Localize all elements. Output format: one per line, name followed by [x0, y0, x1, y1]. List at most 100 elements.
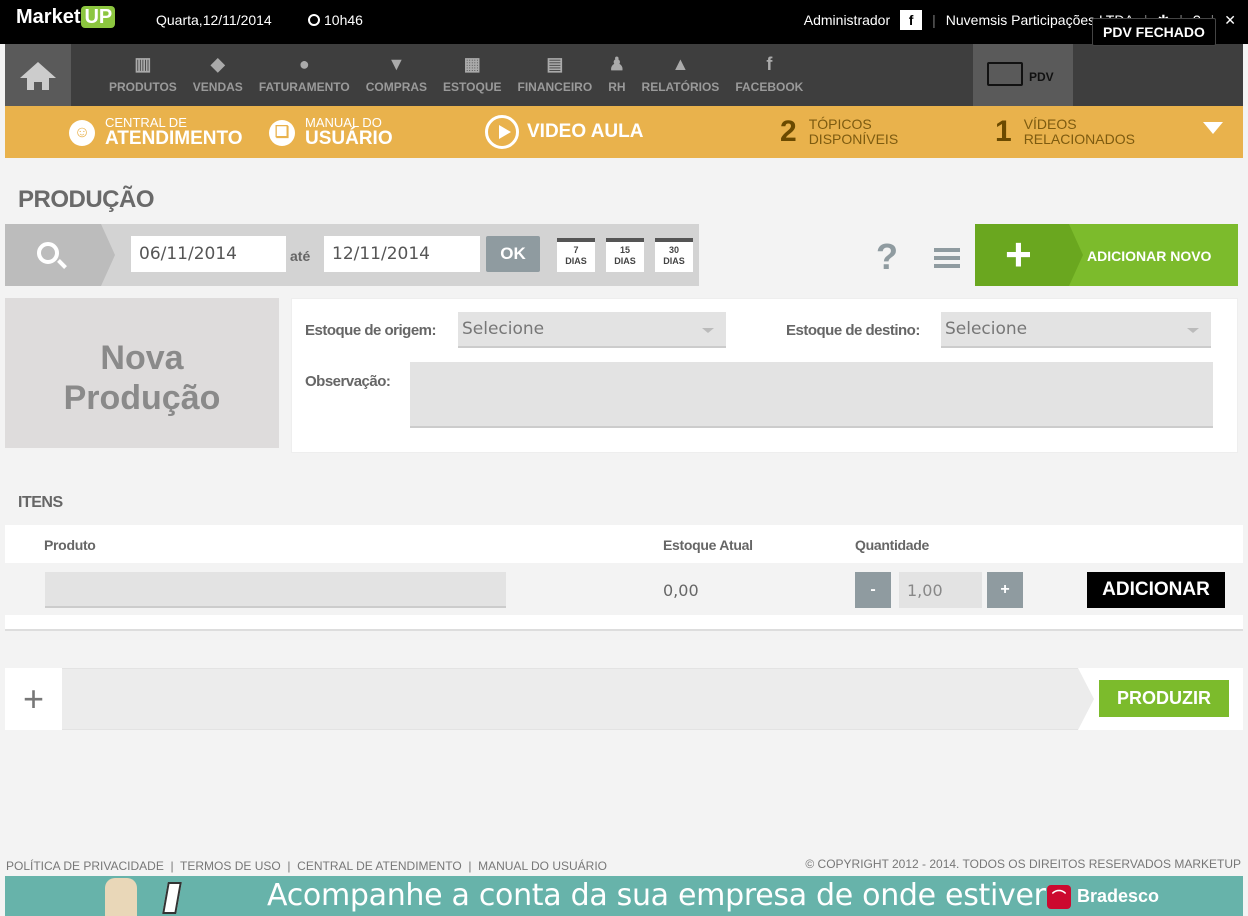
book-icon: ❏ — [269, 119, 295, 146]
videos-line1: VÍDEOS — [1023, 116, 1077, 132]
preset-30-days-button[interactable]: 30 DIAS — [655, 238, 693, 272]
preset-unit: DIAS — [614, 256, 636, 266]
tag-icon: ◆ — [210, 54, 225, 74]
copyright: © COPYRIGHT 2012 - 2014. TODOS OS DIREIT… — [805, 857, 1241, 871]
close-icon[interactable]: ✕ — [1224, 12, 1236, 29]
nav-item-produtos[interactable]: ▥ PRODUTOS — [101, 44, 185, 106]
add-new-button[interactable]: + ADICIONAR NOVO — [975, 224, 1238, 286]
pdv-status-badge[interactable]: PDV FECHADO — [1092, 18, 1216, 46]
stock-value: 0,00 — [663, 581, 699, 600]
add-new-label: ADICIONAR NOVO — [1087, 248, 1212, 264]
user-name[interactable]: Administrador — [804, 12, 890, 28]
video-aula-link[interactable]: VIDEO AULA — [485, 115, 643, 149]
add-row-button[interactable]: + — [5, 668, 62, 730]
person-illustration — [105, 878, 137, 916]
nav-item-relatorios[interactable]: ▲ RELATÓRIOS — [634, 44, 728, 106]
observation-label: Observação: — [305, 373, 391, 390]
nav-label: VENDAS — [192, 80, 243, 94]
nav-item-rh[interactable]: ♟ RH — [600, 44, 633, 106]
nav-label: RH — [608, 80, 626, 94]
menu-icon[interactable] — [934, 248, 960, 272]
origin-label: Estoque de origem: — [305, 322, 437, 339]
clock-icon — [308, 14, 320, 26]
topicos-link[interactable]: 2 TÓPICOS DISPONÍVEIS — [780, 115, 898, 149]
chevron-down-icon[interactable] — [1203, 122, 1223, 134]
basket-icon: ▼ — [387, 54, 406, 74]
destination-value: Selecione — [945, 319, 1028, 339]
nav-label: RELATÓRIOS — [641, 80, 720, 94]
support-icon: ☺ — [69, 119, 95, 146]
home-button[interactable] — [5, 44, 71, 106]
nav-label: COMPRAS — [365, 80, 428, 94]
date-from-input[interactable] — [131, 236, 286, 272]
topics-line2: DISPONÍVEIS — [808, 131, 899, 147]
bradesco-logo-icon: ⌒ — [1047, 885, 1071, 909]
marketup-logo[interactable]: Market UP — [16, 6, 116, 29]
destination-select[interactable]: Selecione — [941, 312, 1211, 348]
home-icon-door — [34, 82, 42, 90]
nav-label: FACEBOOK — [735, 80, 804, 94]
quantity-minus-button[interactable]: - — [855, 572, 891, 608]
quantity-plus-button[interactable]: + — [987, 572, 1023, 608]
nav-label: PRODUTOS — [109, 80, 177, 94]
chevron-down-icon — [1187, 328, 1199, 333]
top-bar: Market UP Quarta,12/11/2014 10h46 Adminis… — [0, 0, 1248, 44]
preset-15-days-button[interactable]: 15 DIAS — [606, 238, 644, 272]
chart-icon: ▲ — [671, 54, 690, 74]
footer-links[interactable]: POLÍTICA DE PRIVACIDADE | TERMOS DE USO … — [6, 859, 607, 873]
preset-number: 30 — [668, 245, 679, 255]
current-date: Quarta,12/11/2014 — [156, 12, 272, 28]
home-icon — [20, 62, 56, 78]
nav-item-compras[interactable]: ▼ COMPRAS — [358, 44, 435, 106]
nav-item-vendas[interactable]: ◆ VENDAS — [185, 44, 251, 106]
cart-icon: ▦ — [463, 54, 481, 74]
product-input[interactable] — [45, 572, 506, 608]
facebook-icon[interactable]: f — [900, 10, 923, 30]
ok-button[interactable]: OK — [486, 236, 540, 272]
bradesco-banner[interactable]: Acompanhe a conta da sua empresa de onde… — [5, 876, 1243, 916]
chevron-down-icon — [702, 328, 714, 333]
action-bar — [5, 668, 1243, 730]
nova-line1: Nova — [100, 339, 184, 377]
play-icon — [485, 115, 519, 149]
preset-unit: DIAS — [565, 256, 587, 266]
preset-unit: DIAS — [663, 256, 685, 266]
topics-count: 2 — [780, 115, 797, 148]
nav-label: ESTOQUE — [443, 80, 502, 94]
destination-label: Estoque de destino: — [786, 322, 920, 339]
money-bag-icon: ● — [298, 54, 310, 74]
plus-icon-zone: + — [975, 224, 1083, 286]
produce-button[interactable]: PRODUZIR — [1099, 680, 1229, 717]
videos-count: 1 — [995, 115, 1012, 148]
manual-usuario-link[interactable]: ❏ MANUAL DO USUÁRIO — [269, 116, 393, 149]
date-to-input[interactable] — [324, 236, 480, 272]
search-icon — [37, 242, 59, 264]
manual-big: USUÁRIO — [305, 128, 393, 149]
observation-textarea[interactable] — [410, 362, 1213, 428]
origin-select[interactable]: Selecione — [458, 312, 726, 348]
nav-item-facebook[interactable]: f FACEBOOK — [727, 44, 811, 106]
preset-7-days-button[interactable]: 7 DIAS — [557, 238, 595, 272]
divider: | — [932, 12, 936, 28]
nav-label: FATURAMENTO — [258, 80, 350, 94]
add-item-button[interactable]: ADICIONAR — [1087, 572, 1225, 608]
page-title: PRODUÇÃO — [18, 186, 155, 213]
col-quantity: Quantidade — [855, 537, 930, 553]
person-icon: ♟ — [608, 54, 625, 74]
monitor-icon — [987, 62, 1023, 86]
main-nav: ▥ PRODUTOS ◆ VENDAS ● FATURAMENTO ▼ COMPRAS … — [5, 44, 1243, 106]
help-icon[interactable]: ? — [876, 236, 898, 278]
quantity-input[interactable]: 1,00 — [899, 572, 982, 608]
barcode-icon: ▥ — [134, 54, 152, 74]
banner-text: Acompanhe a conta da sua empresa de onde… — [267, 878, 1046, 913]
until-label: até — [290, 248, 311, 264]
search-button[interactable] — [5, 224, 115, 286]
videos-link[interactable]: 1 VÍDEOS RELACIONADOS — [995, 115, 1135, 149]
plus-icon: + — [1005, 228, 1032, 280]
nav-item-faturamento[interactable]: ● FATURAMENTO — [251, 44, 358, 106]
nav-item-estoque[interactable]: ▦ ESTOQUE — [435, 44, 509, 106]
central-atendimento-link[interactable]: ☺ CENTRAL DE ATENDIMENTO — [69, 116, 243, 149]
nav-item-financeiro[interactable]: ▤ FINANCEIRO — [510, 44, 601, 106]
pdv-button[interactable]: PDV — [973, 44, 1073, 106]
nova-line2: Produção — [63, 379, 221, 417]
